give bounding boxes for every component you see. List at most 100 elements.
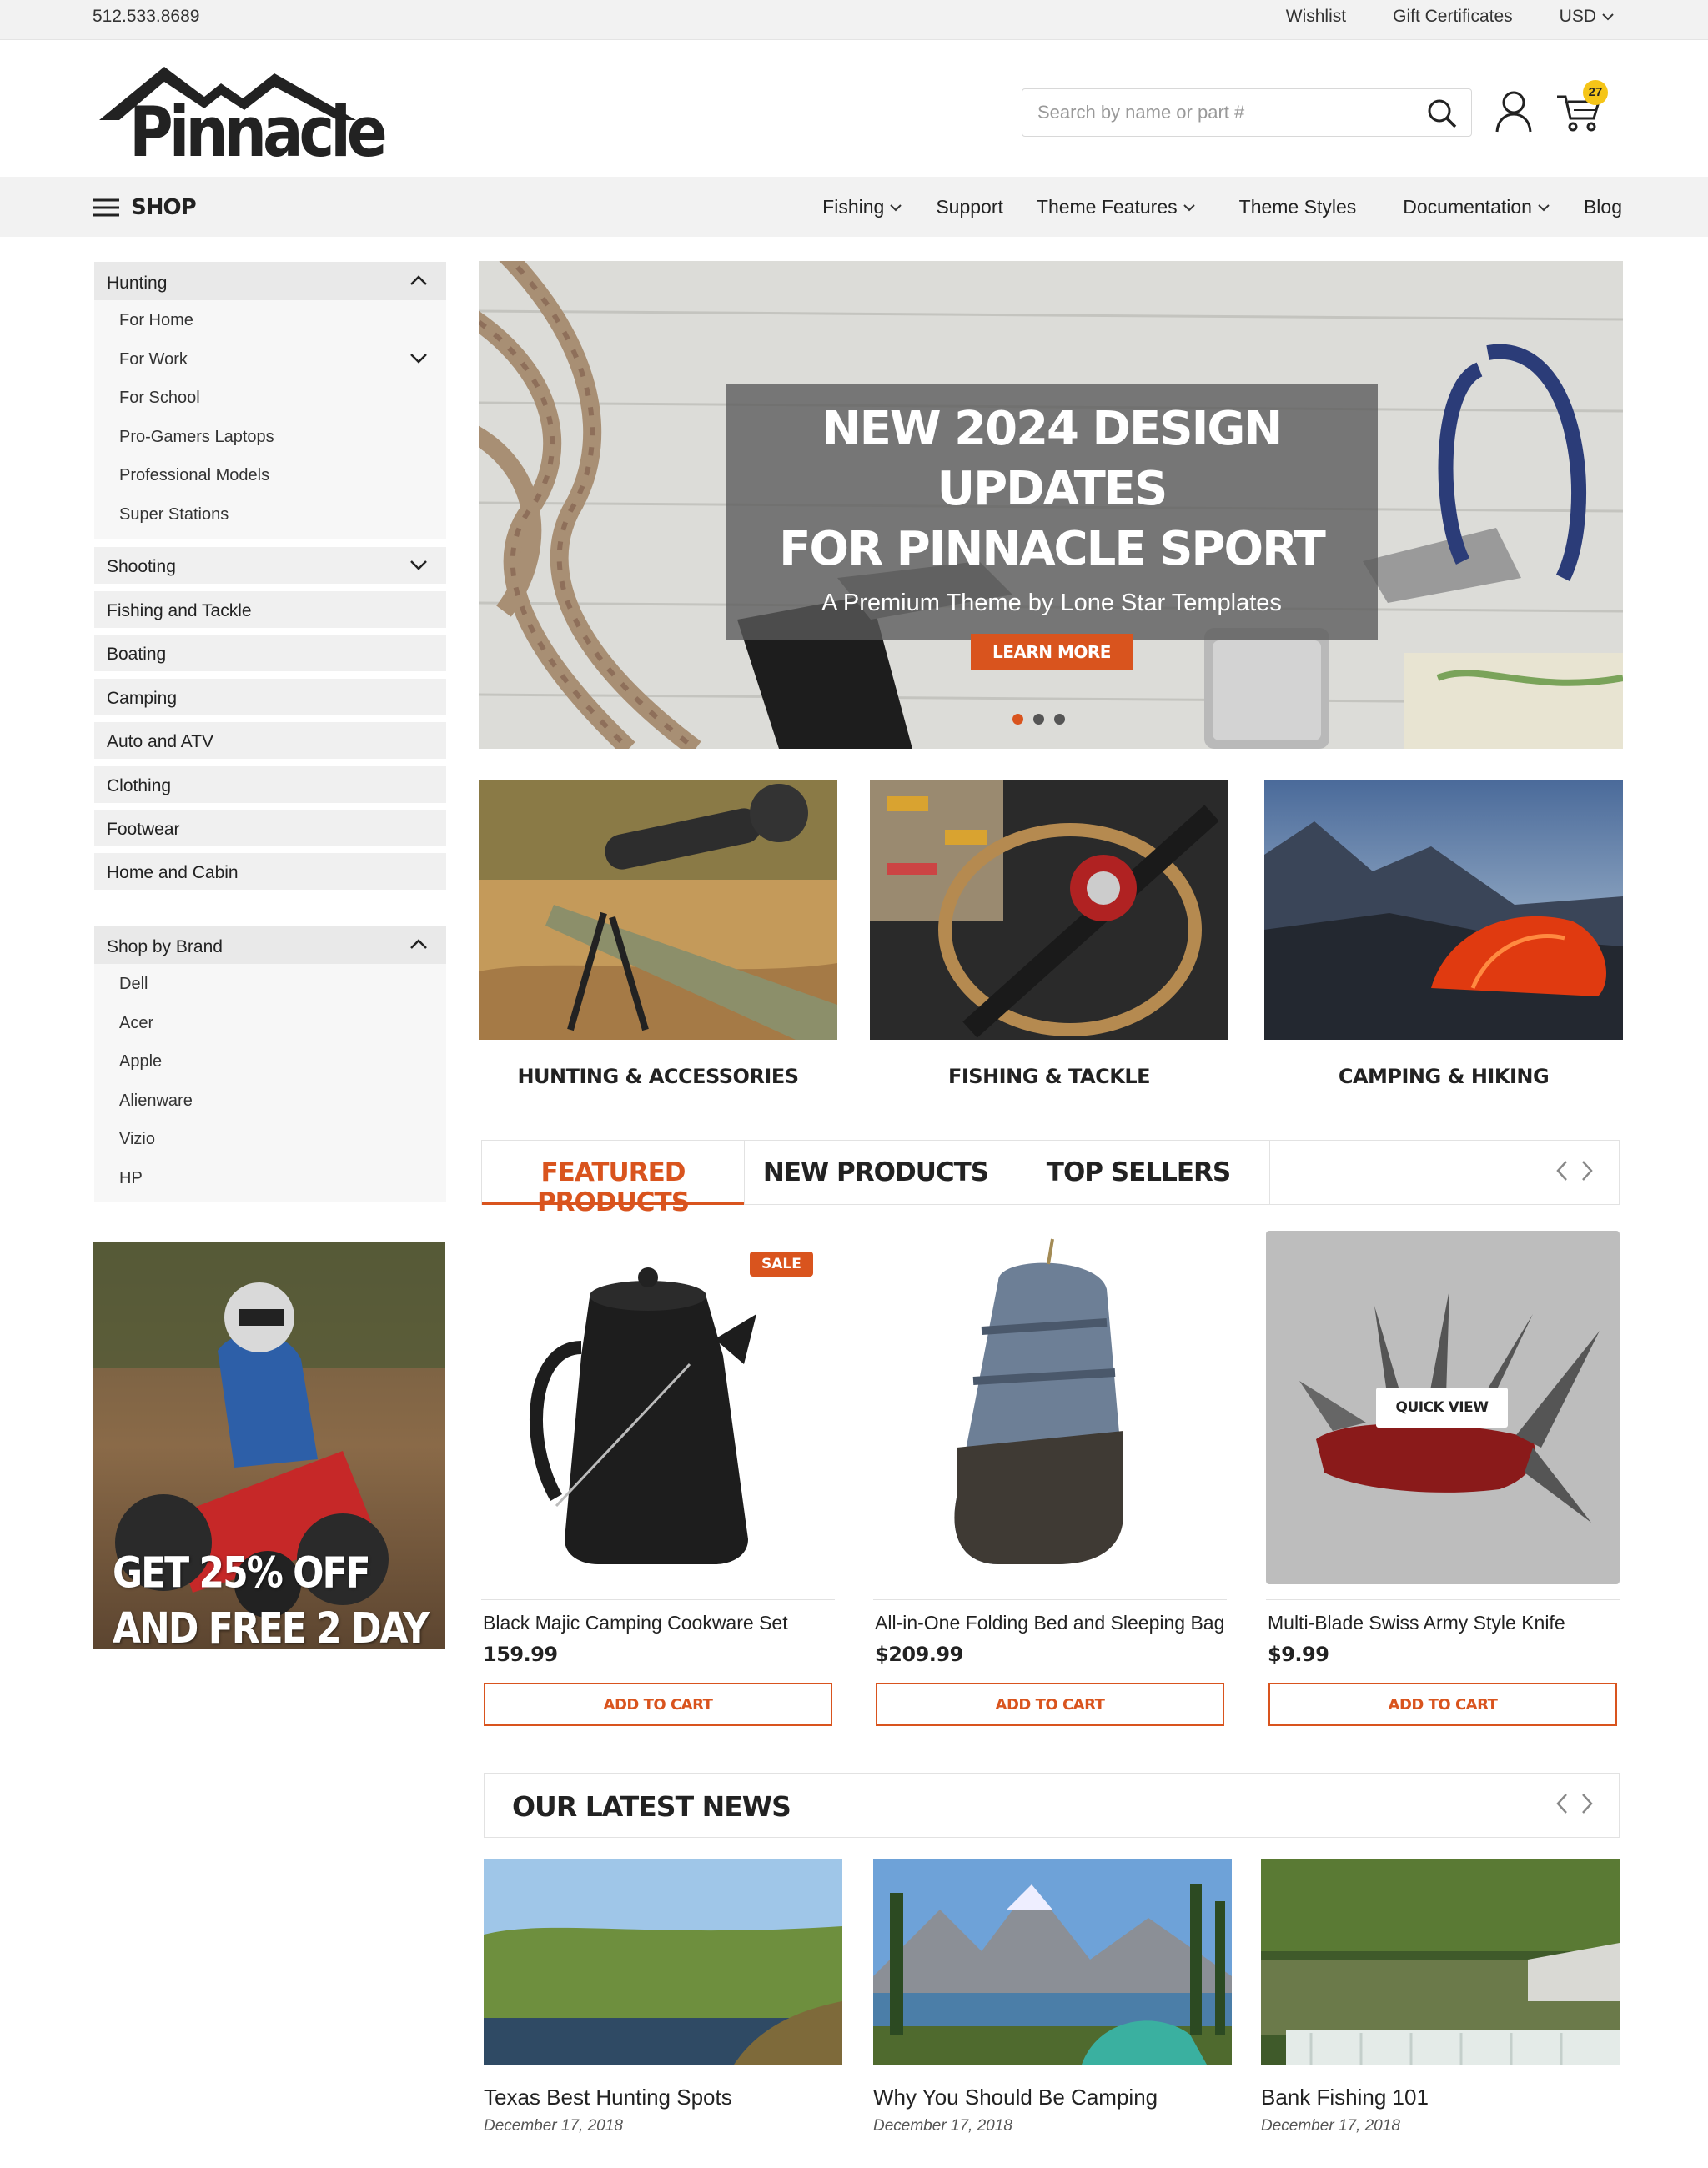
search-icon[interactable]: [1426, 98, 1458, 129]
add-to-cart-button[interactable]: ADD TO CART: [876, 1683, 1224, 1726]
sidebar-item-for-school[interactable]: For School: [94, 378, 446, 417]
hero-slider[interactable]: NEW 2024 DESIGN UPDATES FOR PINNACLE SPO…: [479, 261, 1623, 749]
gift-certificates-link[interactable]: Gift Certificates: [1393, 7, 1513, 27]
nav-item-blog[interactable]: Blog: [1584, 196, 1622, 218]
category-image: [870, 780, 1228, 1040]
account-icon[interactable]: [1494, 90, 1533, 133]
nav-label: Fishing: [822, 196, 885, 218]
brand-item-acer[interactable]: Acer: [94, 1003, 446, 1042]
sidebar-head-brand[interactable]: Shop by Brand: [94, 926, 446, 964]
sidebar-item-fishing[interactable]: Fishing and Tackle: [94, 591, 446, 628]
brand-item-apple[interactable]: Apple: [94, 1041, 446, 1081]
category-label: HUNTING & ACCESSORIES: [517, 1065, 799, 1088]
chevron-left-icon[interactable]: [1555, 1159, 1569, 1182]
slider-dot[interactable]: [1012, 714, 1023, 725]
quick-view-button[interactable]: QUICK VIEW: [1376, 1388, 1508, 1428]
sidebar-cat-label: Clothing: [107, 776, 172, 795]
news-card[interactable]: Bank Fishing 101 December 17, 2018: [1261, 1859, 1620, 2135]
sidebar-item-label: For School: [119, 389, 200, 407]
sidebar-item-professional[interactable]: Professional Models: [94, 455, 446, 494]
brand-item-hp[interactable]: HP: [94, 1158, 446, 1197]
sidebar-cat-label: Boating: [107, 645, 167, 664]
sidebar-item-shooting[interactable]: Shooting: [94, 547, 446, 584]
promo-line-1: GET 25% OFF: [113, 1548, 371, 1598]
news-date: December 17, 2018: [484, 2117, 623, 2135]
sidebar-item-label: Pro-Gamers Laptops: [119, 427, 274, 446]
nav-label: Support: [936, 196, 1003, 218]
brand-item-vizio[interactable]: Vizio: [94, 1119, 446, 1158]
chevron-down-icon[interactable]: [409, 560, 428, 570]
product-name[interactable]: Black Majic Camping Cookware Set: [481, 1599, 835, 1634]
sidebar-item-clothing[interactable]: Clothing: [94, 766, 446, 803]
product-card: All-in-One Folding Bed and Sleeping Bag …: [873, 1231, 1227, 1726]
chevron-up-icon[interactable]: [409, 939, 428, 950]
sidebar-item-for-work[interactable]: For Work: [94, 339, 446, 379]
nav-item-documentation[interactable]: Documentation: [1403, 196, 1550, 218]
slider-dot[interactable]: [1033, 714, 1044, 725]
cart-count-badge: 27: [1583, 80, 1608, 105]
chevron-left-icon[interactable]: [1555, 1792, 1569, 1815]
nav-item-support[interactable]: Support: [936, 196, 1003, 218]
currency-select[interactable]: USD: [1560, 7, 1615, 27]
sidebar-head-label: Shop by Brand: [107, 937, 223, 956]
product-image[interactable]: SALE: [481, 1231, 835, 1584]
sidebar-item-boating[interactable]: Boating: [94, 635, 446, 671]
chevron-down-icon[interactable]: [409, 353, 428, 364]
category-label: CAMPING & HIKING: [1338, 1065, 1550, 1088]
product-image[interactable]: QUICK VIEW: [1266, 1231, 1620, 1584]
tab-featured[interactable]: FEATURED PRODUCTS: [482, 1141, 745, 1217]
brand-item-dell[interactable]: Dell: [94, 964, 446, 1003]
slider-dot[interactable]: [1054, 714, 1065, 725]
wishlist-link[interactable]: Wishlist: [1286, 7, 1346, 27]
sidebar-item-home-cabin[interactable]: Home and Cabin: [94, 853, 446, 890]
news-image[interactable]: [1261, 1859, 1620, 2065]
chevron-up-icon[interactable]: [409, 275, 428, 286]
tab-new[interactable]: NEW PRODUCTS: [745, 1141, 1007, 1204]
news-title-link[interactable]: Why You Should Be Camping: [873, 2085, 1232, 2110]
news-image[interactable]: [873, 1859, 1232, 2065]
news-card[interactable]: Why You Should Be Camping December 17, 2…: [873, 1859, 1232, 2135]
category-hunting[interactable]: HUNTING & ACCESSORIES: [479, 780, 837, 1088]
category-image: [479, 780, 837, 1040]
news-title-link[interactable]: Texas Best Hunting Spots: [484, 2085, 842, 2110]
news-title: OUR LATEST NEWS: [512, 1790, 791, 1823]
promo-banner[interactable]: GET 25% OFF AND FREE 2 DAY SHIP: [93, 1242, 445, 1649]
add-to-cart-button[interactable]: ADD TO CART: [1268, 1683, 1617, 1726]
backpack-image: [954, 1238, 1123, 1564]
product-name[interactable]: All-in-One Folding Bed and Sleeping Bag: [873, 1599, 1227, 1634]
brand-item-alienware[interactable]: Alienware: [94, 1081, 446, 1120]
sidebar-item-camping[interactable]: Camping: [94, 679, 446, 715]
nav-item-theme-styles[interactable]: Theme Styles: [1239, 196, 1357, 218]
news-card[interactable]: Texas Best Hunting Spots December 17, 20…: [484, 1859, 842, 2135]
category-label: FISHING & TACKLE: [947, 1065, 1151, 1088]
add-to-cart-button[interactable]: ADD TO CART: [484, 1683, 832, 1726]
search-input[interactable]: [1037, 99, 1404, 126]
sidebar-item-super-stations[interactable]: Super Stations: [94, 494, 446, 534]
sidebar-item-auto[interactable]: Auto and ATV: [94, 722, 446, 759]
phone-number[interactable]: 512.533.8689: [93, 7, 199, 27]
product-name[interactable]: Multi-Blade Swiss Army Style Knife: [1266, 1599, 1620, 1634]
chevron-right-icon[interactable]: [1580, 1159, 1594, 1182]
learn-more-button[interactable]: LEARN MORE: [971, 634, 1133, 670]
sidebar-item-footwear[interactable]: Footwear: [94, 810, 446, 846]
category-fishing[interactable]: FISHING & TACKLE: [870, 780, 1228, 1088]
news-title-link[interactable]: Bank Fishing 101: [1261, 2085, 1620, 2110]
sidebar-item-for-home[interactable]: For Home: [94, 300, 446, 339]
product-image[interactable]: [873, 1231, 1227, 1584]
river-image: [1261, 1859, 1620, 2065]
chevron-down-icon: [890, 203, 902, 211]
nav-item-theme-features[interactable]: Theme Features: [1037, 196, 1196, 218]
sidebar-item-pro-gamers[interactable]: Pro-Gamers Laptops: [94, 417, 446, 456]
category-camping[interactable]: CAMPING & HIKING: [1264, 780, 1623, 1088]
brand-label: Vizio: [119, 1130, 155, 1148]
nav-label: Documentation: [1403, 196, 1532, 218]
news-image[interactable]: [484, 1859, 842, 2065]
chevron-right-icon[interactable]: [1580, 1792, 1594, 1815]
nav-item-fishing[interactable]: Fishing: [822, 196, 902, 218]
chevron-down-icon: [1538, 203, 1550, 211]
site-logo[interactable]: Pinnacle: [96, 62, 388, 173]
tab-top-sellers[interactable]: TOP SELLERS: [1007, 1141, 1270, 1204]
nav-label: Theme Styles: [1238, 196, 1357, 218]
sidebar-head-hunting[interactable]: Hunting: [94, 262, 446, 300]
shop-menu-button[interactable]: SHOP: [93, 195, 197, 220]
